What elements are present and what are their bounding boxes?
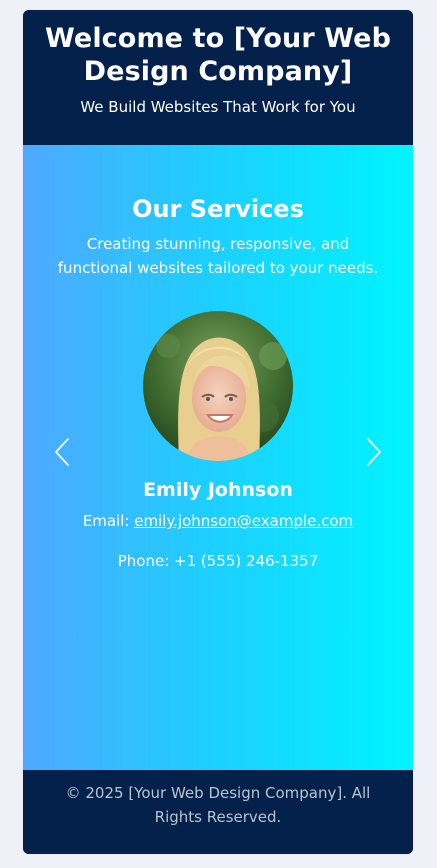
- copyright-text: © 2025 [Your Web Design Company]. All Ri…: [65, 784, 371, 826]
- services-title: Our Services: [132, 195, 304, 223]
- page-title: Welcome to [Your Web Design Company]: [45, 23, 391, 87]
- carousel-prev-button[interactable]: [53, 437, 71, 467]
- profile-photo: [143, 311, 293, 461]
- email-label: Email:: [82, 512, 135, 530]
- services-description: Creating stunning, responsive, and funct…: [57, 235, 379, 277]
- services-section: Our Services Creating stunning, responsi…: [23, 145, 413, 770]
- site-footer: © 2025 [Your Web Design Company]. All Ri…: [23, 770, 413, 854]
- page-card: Welcome to [Your Web Design Company] We …: [23, 10, 413, 854]
- avatar: [143, 311, 293, 461]
- profile-email: Email: emily.johnson@example.com: [23, 511, 413, 531]
- tagline: We Build Websites That Work for You: [80, 98, 356, 116]
- email-link[interactable]: emily.johnson@example.com: [134, 512, 353, 530]
- chevron-left-icon: [55, 438, 69, 466]
- chevron-right-icon: [367, 438, 381, 466]
- site-header: Welcome to [Your Web Design Company] We …: [23, 10, 413, 145]
- profile-phone: Phone: +1 (555) 246-1357: [117, 552, 319, 570]
- carousel-next-button[interactable]: [365, 437, 383, 467]
- profile-name: Emily Johnson: [143, 479, 293, 501]
